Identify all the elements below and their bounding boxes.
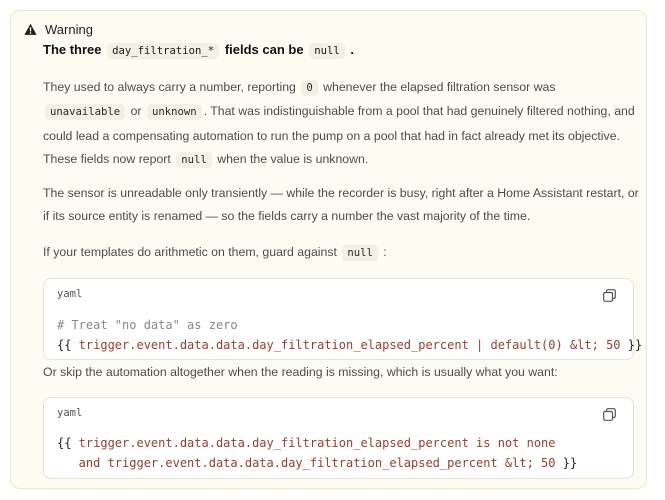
inline-code: unavailable <box>45 104 126 121</box>
paragraph-guard: If your templates do arithmetic on them,… <box>43 245 387 261</box>
callout-title: The three day_filtration_* fields can be… <box>43 42 354 59</box>
code-content: {{ trigger.event.data.data.day_filtratio… <box>57 436 578 470</box>
callout-header: Warning <box>24 22 93 37</box>
paragraph-transient: The sensor is unreadable only transientl… <box>43 186 639 224</box>
callout-label: Warning <box>45 22 93 37</box>
inline-code: unknown <box>146 104 202 121</box>
inline-code: null <box>342 245 378 261</box>
code-language-label: yaml <box>57 288 83 300</box>
code-block-default: yaml # Treat "no data" as zero {{ trigge… <box>43 278 642 360</box>
warning-callout: Warning The three day_filtration_* field… <box>10 10 647 489</box>
inline-code: day_filtration_* <box>107 43 220 59</box>
code-content: # Treat "no data" as zero {{ trigger.eve… <box>57 318 643 352</box>
code-language-label: yaml <box>57 407 83 419</box>
inline-code: null <box>176 152 212 169</box>
warning-triangle-icon <box>24 23 37 36</box>
copy-icon[interactable] <box>603 408 616 421</box>
code-block-none-check: yaml {{ trigger.event.data.data.day_filt… <box>43 397 634 479</box>
copy-icon[interactable] <box>603 289 616 302</box>
paragraph-null-change: They used to always carry a number, repo… <box>43 80 635 169</box>
inline-code: null <box>309 43 345 59</box>
inline-code: 0 <box>301 80 318 96</box>
paragraph-skip: Or skip the automation altogether when t… <box>43 365 558 379</box>
